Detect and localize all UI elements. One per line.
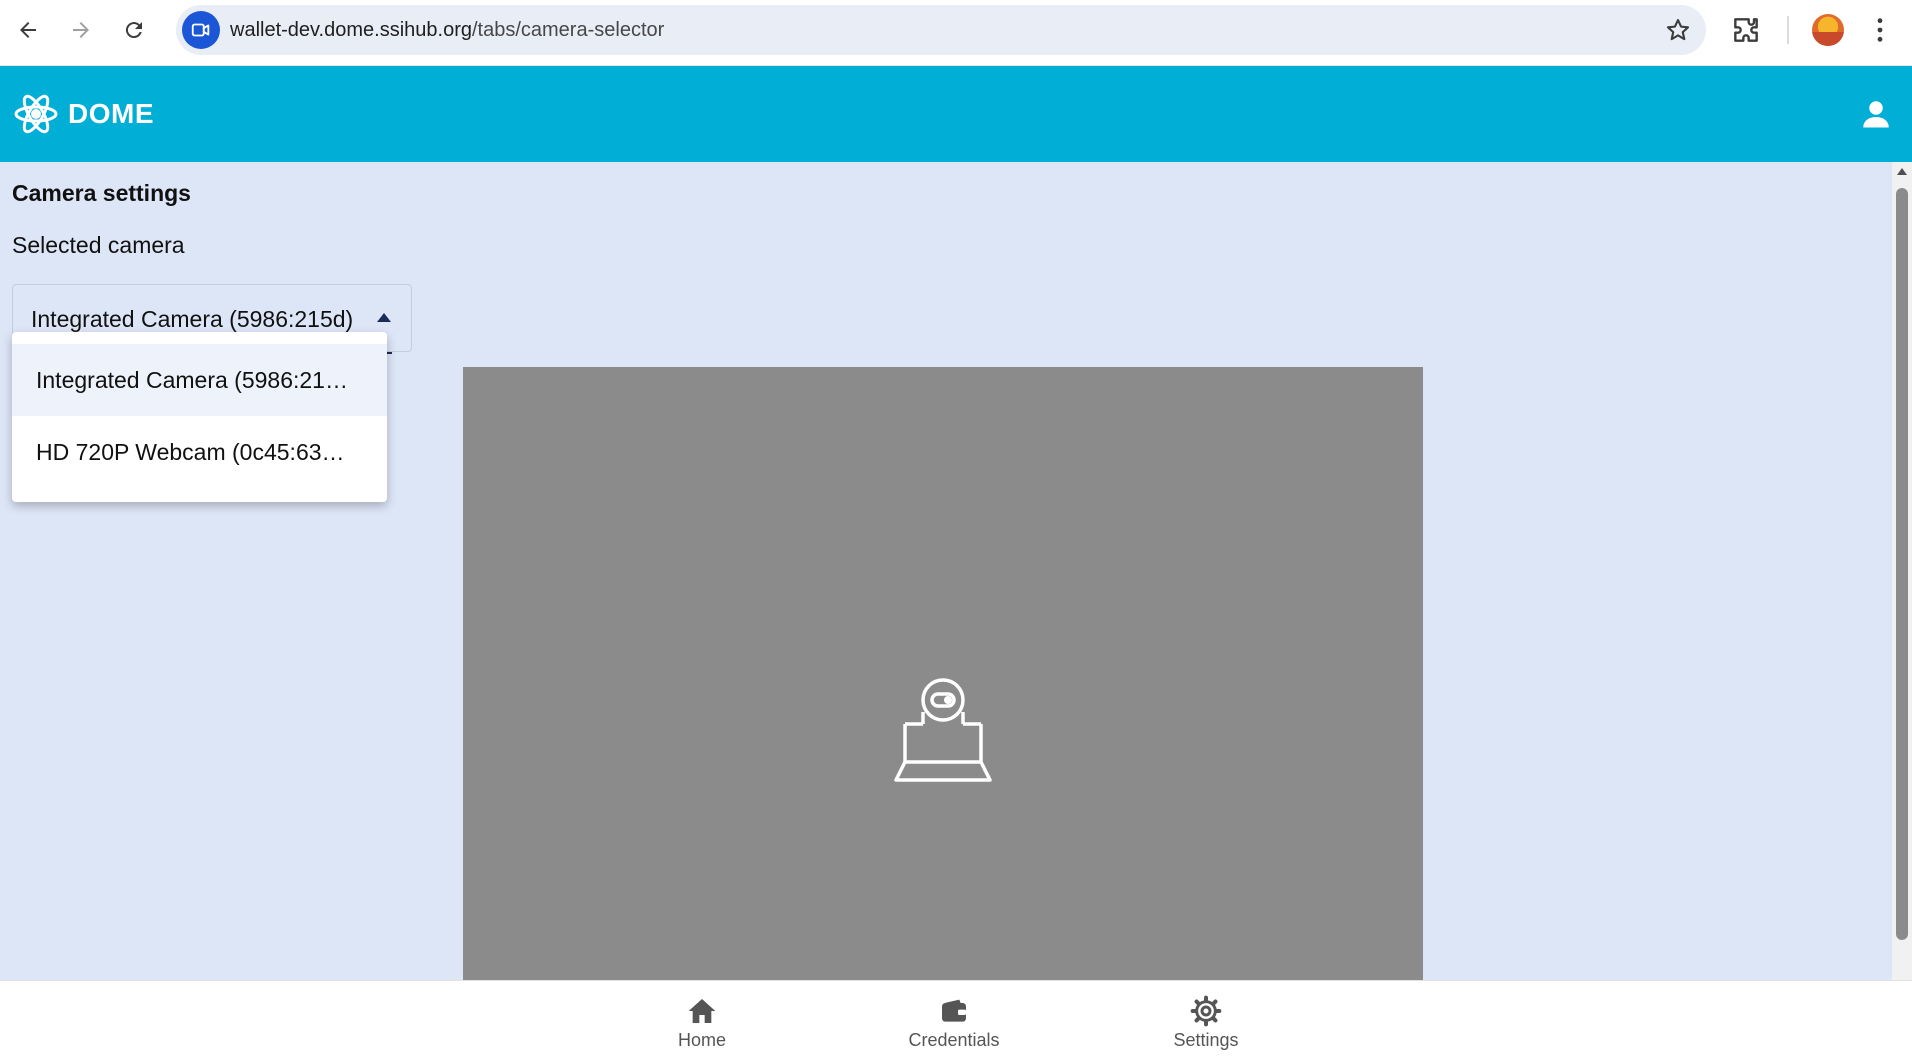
scroll-up-arrow[interactable] [1897, 168, 1907, 175]
tab-label: Home [677, 1030, 726, 1050]
logo-text: DOME [68, 98, 154, 129]
back-button[interactable] [8, 12, 48, 48]
wallet-icon [942, 999, 966, 1022]
gear-icon [1190, 995, 1222, 1027]
extensions-button[interactable] [1730, 14, 1762, 46]
dropdown-option[interactable]: HD 720P Webcam (0c45:63… [12, 416, 387, 488]
address-bar[interactable]: wallet-dev.dome.ssihub.org/tabs/camera-s… [176, 5, 1706, 55]
more-vertical-icon [1877, 18, 1883, 42]
tab-settings[interactable]: Settings [1126, 995, 1286, 1055]
browser-toolbar: wallet-dev.dome.ssihub.org/tabs/camera-s… [0, 0, 1912, 66]
reload-icon [125, 22, 142, 39]
url-domain: wallet-dev.dome.ssihub.org [230, 19, 472, 41]
user-profile-button[interactable] [1858, 96, 1894, 132]
arrow-right-icon [73, 22, 89, 38]
dome-logo[interactable]: DOME [12, 91, 154, 137]
arrow-left-icon [20, 22, 36, 38]
toolbar-divider [1787, 16, 1789, 44]
tab-home[interactable]: Home [622, 995, 782, 1055]
url-text[interactable]: wallet-dev.dome.ssihub.org/tabs/camera-s… [230, 5, 664, 55]
star-icon [1666, 19, 1690, 41]
dropdown-option[interactable]: Integrated Camera (5986:21… [12, 344, 387, 416]
video-camera-icon [191, 23, 210, 37]
tab-label: Settings [1173, 1030, 1239, 1050]
bottom-tab-bar: Home Credentials Settings [0, 980, 1912, 1062]
tab-label: Credentials [908, 1030, 1000, 1050]
camera-preview [463, 367, 1423, 980]
bookmark-button[interactable] [1664, 16, 1692, 44]
home-icon [688, 999, 716, 1023]
app-header: DOME [0, 66, 1912, 162]
url-path: /tabs/camera-selector [471, 19, 665, 41]
browser-menu-button[interactable] [1864, 14, 1896, 46]
selected-camera-label: Selected camera [12, 232, 185, 258]
page-title: Camera settings [12, 180, 191, 206]
user-icon [1863, 101, 1889, 128]
forward-button[interactable] [61, 12, 101, 48]
caret-up-icon [377, 313, 391, 322]
scroll-thumb[interactable] [1896, 188, 1908, 940]
profile-avatar[interactable] [1812, 14, 1844, 46]
scrollbar[interactable] [1892, 162, 1912, 980]
puzzle-icon [1734, 18, 1758, 42]
camera-dropdown-menu: Integrated Camera (5986:21… HD 720P Webc… [12, 332, 387, 502]
camera-permission-icon[interactable] [182, 11, 220, 49]
main-content: Camera settings Selected camera Integrat… [0, 162, 1892, 980]
tab-credentials[interactable]: Credentials [874, 995, 1034, 1055]
reload-button[interactable] [114, 12, 154, 48]
dome-logo-icon [14, 94, 58, 134]
webcam-icon [894, 678, 992, 782]
